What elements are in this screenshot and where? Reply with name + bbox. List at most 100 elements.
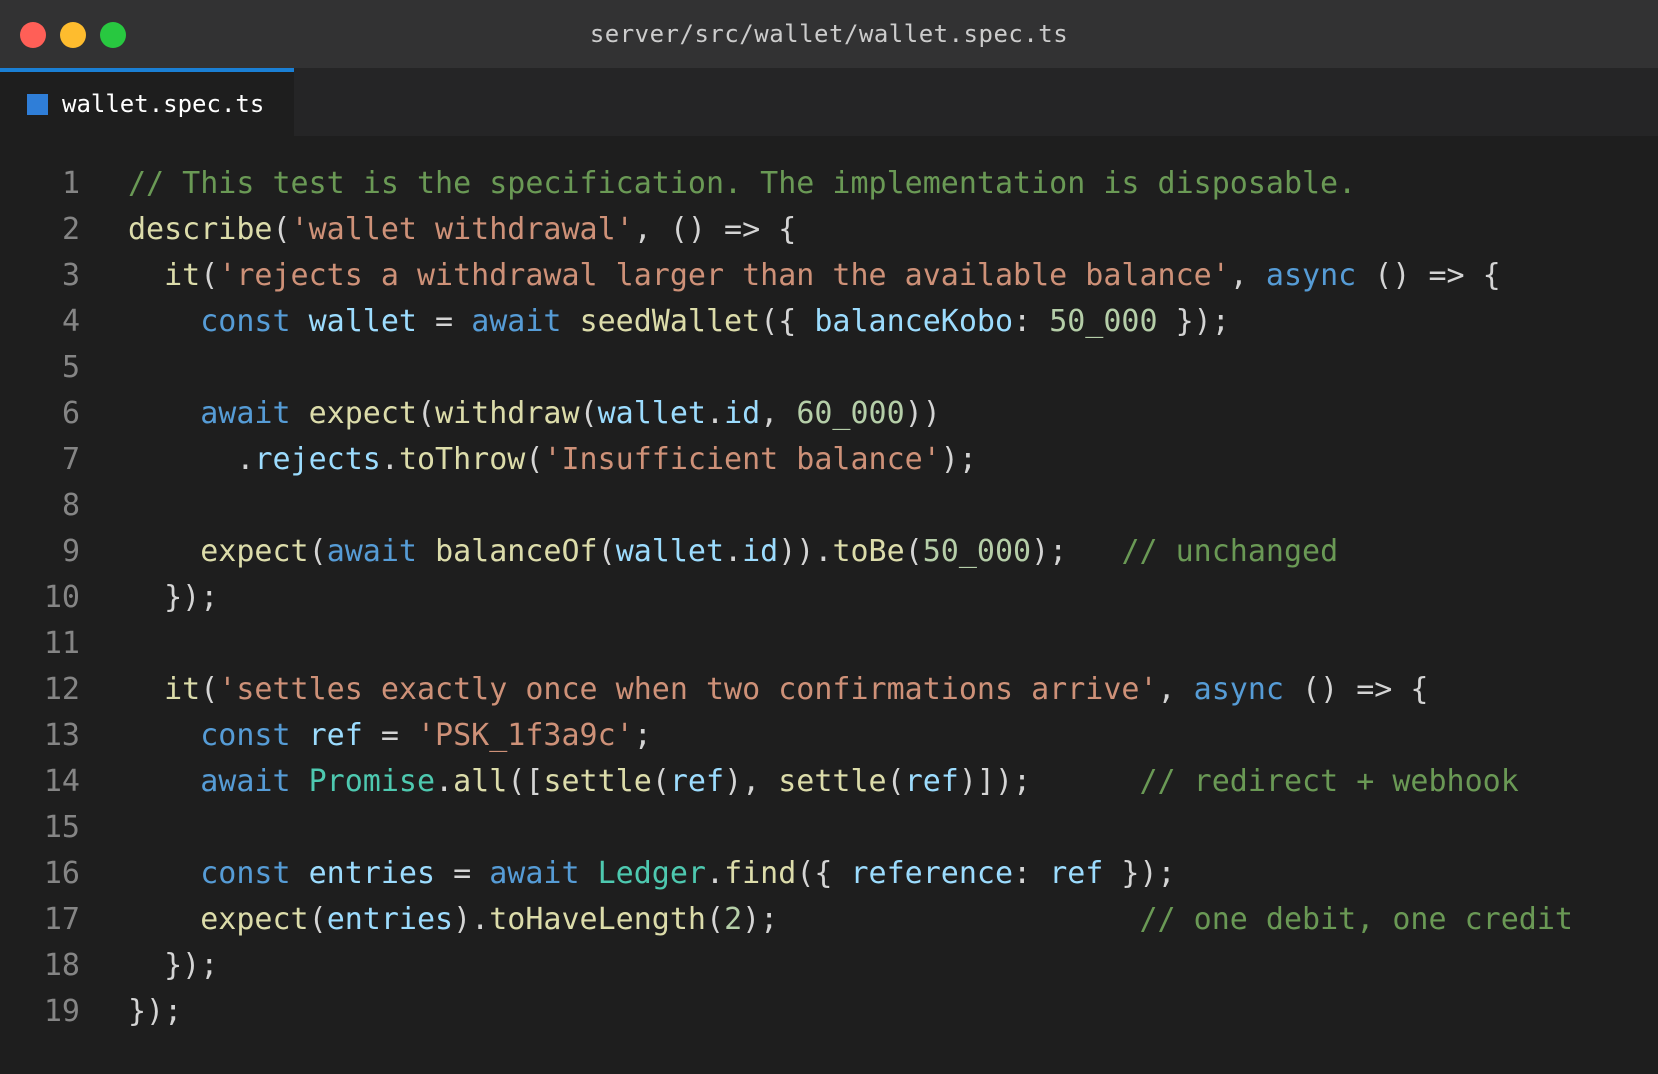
code-token: ( <box>200 672 219 707</box>
code-token: , <box>1229 258 1266 293</box>
window-title: server/src/wallet/wallet.spec.ts <box>589 20 1069 48</box>
code-token: ( <box>272 212 291 247</box>
code-line[interactable]: 7 .rejects.toThrow('Insufficient balance… <box>0 437 1658 483</box>
code-line[interactable]: 17 expect(entries).toHaveLength(2); // o… <box>0 897 1658 943</box>
code-token: : <box>1013 304 1050 339</box>
code-token: }); <box>128 948 219 983</box>
code-line[interactable]: 19}); <box>0 989 1658 1035</box>
code-line[interactable]: 14 await Promise.all([settle(ref), settl… <box>0 759 1658 805</box>
traffic-lights <box>20 22 126 48</box>
code-token: 50_000 <box>1049 304 1158 339</box>
code-token: wallet <box>615 534 725 569</box>
code-token: // redirect + webhook <box>1139 764 1519 799</box>
code-token: ({ <box>760 304 815 339</box>
code-token: await <box>200 396 291 431</box>
code-token: )) <box>904 396 941 431</box>
line-number: 11 <box>43 626 80 661</box>
code-editor[interactable]: 1 // This test is the specification. The … <box>0 136 1658 1035</box>
code-token: . <box>706 856 725 891</box>
tab-wallet-spec[interactable]: wallet.spec.ts <box>0 68 294 136</box>
code-token: toHaveLength <box>489 902 706 937</box>
code-token: 'rejects a withdrawal larger than the av… <box>218 258 1230 293</box>
code-token: 50_000 <box>922 534 1032 569</box>
code-token: () => { <box>1283 672 1429 707</box>
tab-label: wallet.spec.ts <box>62 90 265 118</box>
code-line[interactable]: 12 it('settles exactly once when two con… <box>0 667 1658 713</box>
maximize-window-button[interactable] <box>100 22 126 48</box>
line-number: 4 <box>61 304 80 339</box>
code-token: . <box>380 442 399 477</box>
line-number: 9 <box>61 534 80 569</box>
code-token: ( <box>597 534 616 569</box>
code-token: it <box>164 672 201 707</box>
line-number: 10 <box>43 580 80 615</box>
line-number: 19 <box>43 994 80 1029</box>
code-token: async <box>1193 672 1284 707</box>
code-line[interactable]: 3 it('rejects a withdrawal larger than t… <box>0 253 1658 299</box>
code-token: // one debit, one credit <box>1139 902 1573 937</box>
code-line[interactable]: 1 // This test is the specification. The … <box>0 161 1658 207</box>
code-line[interactable]: 15 <box>0 805 1658 851</box>
code-token: }); <box>1103 856 1176 891</box>
code-text: await Promise.all([settle(ref), settle(r… <box>128 759 1519 805</box>
minimize-window-button[interactable] <box>60 22 86 48</box>
code-line[interactable]: 9 expect(await balanceOf(wallet.id)).toB… <box>0 529 1658 575</box>
code-token: await <box>326 534 417 569</box>
line-number: 2 <box>61 212 80 247</box>
code-token: entries <box>308 856 436 891</box>
code-token: // unchanged <box>1121 534 1339 569</box>
code-token: ); <box>940 442 977 477</box>
code-token: ); <box>1031 534 1122 569</box>
code-token: toBe <box>832 534 905 569</box>
code-token: ( <box>651 764 670 799</box>
code-token: it <box>164 258 201 293</box>
code-line[interactable]: 5 <box>0 345 1658 391</box>
code-token: await <box>200 764 291 799</box>
code-token: toThrow <box>398 442 526 477</box>
code-line[interactable]: 6 await expect(withdraw(wallet.id, 60_00… <box>0 391 1658 437</box>
code-line[interactable]: 10 }); <box>0 575 1658 621</box>
code-token: Promise <box>308 764 436 799</box>
editor-window: server/src/wallet/wallet.spec.ts wallet.… <box>0 0 1658 1074</box>
code-token: describe <box>128 212 273 247</box>
code-line[interactable]: 18 }); <box>0 943 1658 989</box>
code-text: const ref = 'PSK_1f3a9c'; <box>128 713 652 759</box>
line-number: 1 <box>61 166 80 201</box>
code-token: }); <box>128 994 183 1029</box>
code-token: 'PSK_1f3a9c' <box>417 718 634 753</box>
code-token: find <box>724 856 797 891</box>
code-token: expect <box>200 534 309 569</box>
code-line[interactable]: 13 const ref = 'PSK_1f3a9c'; <box>0 713 1658 759</box>
typescript-file-icon <box>27 93 48 115</box>
code-token: balanceKobo <box>814 304 1014 339</box>
code-token: = <box>417 304 472 339</box>
code-token: () => { <box>1356 258 1501 293</box>
code-line[interactable]: 11 <box>0 621 1658 667</box>
line-number: 15 <box>43 810 80 845</box>
code-text: it('settles exactly once when two confir… <box>128 667 1428 713</box>
code-token: ref <box>308 718 363 753</box>
code-text: .rejects.toThrow('Insufficient balance')… <box>128 437 977 483</box>
code-token: , <box>760 396 797 431</box>
line-number: 7 <box>61 442 80 477</box>
code-line[interactable]: 2 describe('wallet withdrawal', () => { <box>0 207 1658 253</box>
line-number: 6 <box>61 396 80 431</box>
code-text: }); <box>128 575 218 621</box>
code-line[interactable]: 8 <box>0 483 1658 529</box>
code-token: ( <box>525 442 544 477</box>
code-line[interactable]: 16 const entries = await Ledger.find({ r… <box>0 851 1658 897</box>
close-window-button[interactable] <box>20 22 46 48</box>
code-token: const <box>200 718 291 753</box>
code-text: describe('wallet withdrawal', () => { <box>128 207 796 253</box>
line-number: 5 <box>61 350 80 385</box>
code-line[interactable]: 4 const wallet = await seedWallet({ bala… <box>0 299 1658 345</box>
code-token: id <box>724 396 761 431</box>
